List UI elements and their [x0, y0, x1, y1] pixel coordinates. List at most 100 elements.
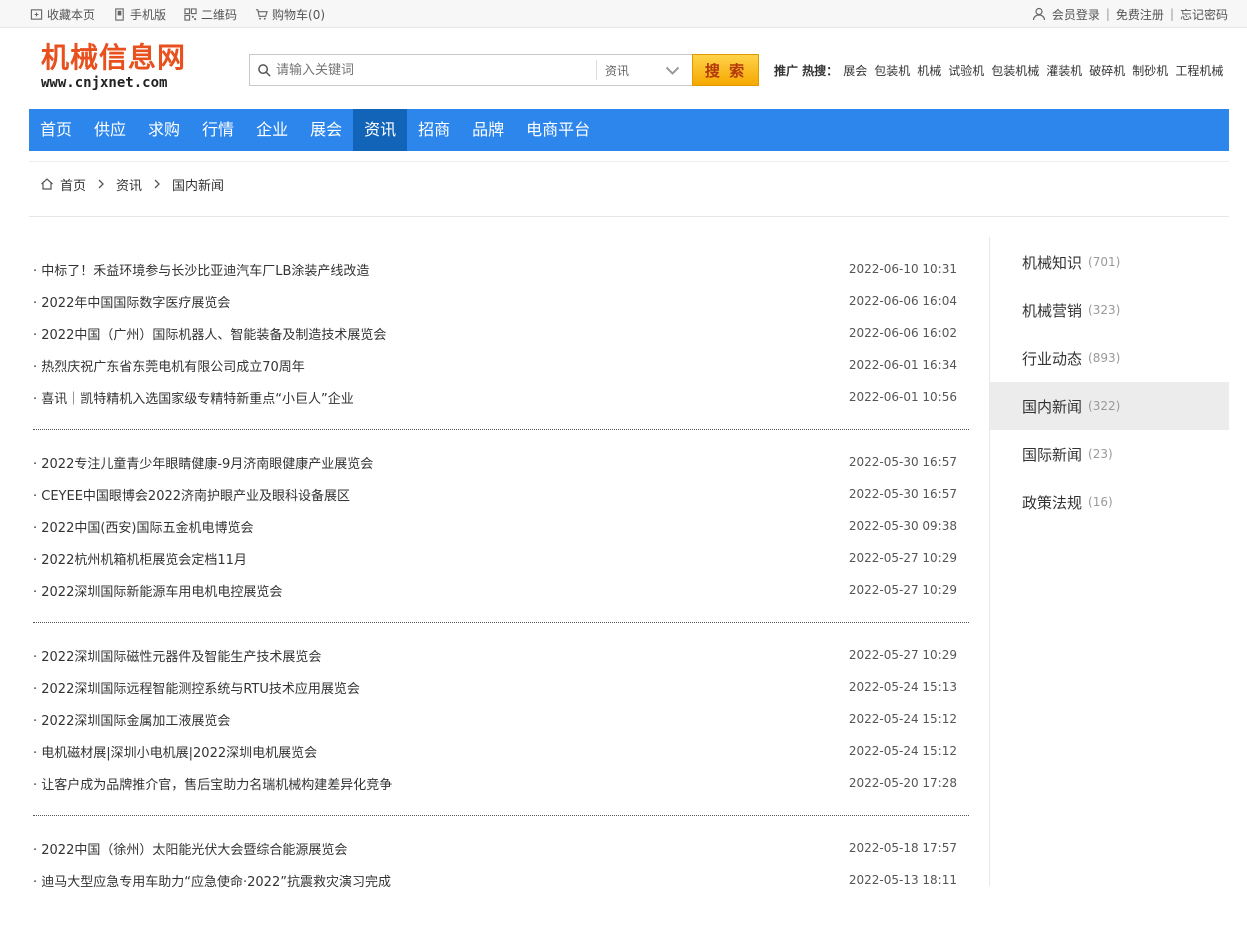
hot-search-link[interactable]: 包装机 — [874, 62, 910, 79]
nav-item-investment[interactable]: 招商 — [407, 109, 461, 151]
nav-item-purchase[interactable]: 求购 — [137, 109, 191, 151]
news-title[interactable]: · 迪马大型应急专用车助力“应急使命·2022”抗震救灾演习完成 — [33, 871, 391, 890]
search-button[interactable]: 搜 索 — [692, 54, 759, 86]
hot-search-link[interactable]: 破碎机 — [1089, 62, 1125, 79]
news-date: 2022-05-18 17:57 — [848, 841, 957, 855]
cart-link[interactable]: 购物车(0) — [255, 6, 325, 23]
news-title[interactable]: · 让客户成为品牌推介官，售后宝助力名瑞机械构建差异化竞争 — [33, 774, 392, 793]
sidebar-item-count: (893) — [1088, 351, 1121, 365]
news-title[interactable]: · 2022深圳国际远程智能测控系统与RTU技术应用展览会 — [33, 678, 360, 697]
news-date: 2022-06-01 10:56 — [848, 390, 957, 404]
site-logo[interactable]: 机械信息网 www.cnjxnet.com — [41, 42, 186, 92]
breadcrumb-current: 国内新闻 — [172, 178, 225, 194]
news-title[interactable]: · 2022中国(西安)国际五金机电博览会 — [33, 517, 254, 536]
news-row: · 喜讯｜凯特精机入选国家级专精特新重点“小巨人”企业 2022-06-01 10… — [33, 381, 969, 413]
bookmark-icon — [30, 8, 43, 20]
hot-search-link[interactable]: 机械 — [917, 62, 941, 79]
forgot-password-link[interactable]: 忘记密码 — [1180, 6, 1228, 23]
news-title[interactable]: · 2022年中国国际数字医疗展览会 — [33, 292, 230, 311]
news-date: 2022-05-27 10:29 — [848, 551, 957, 565]
hot-search-link[interactable]: 工程机械 — [1175, 62, 1223, 79]
sidebar-item-label: 行业动态 — [1022, 349, 1083, 368]
news-title[interactable]: · 中标了！禾益环境参与长沙比亚迪汽车厂LB涂装产线改造 — [33, 260, 369, 279]
news-title[interactable]: · 热烈庆祝广东省东莞电机有限公司成立70周年 — [33, 356, 305, 375]
news-date: 2022-06-06 16:02 — [848, 326, 957, 340]
news-title[interactable]: · 2022深圳国际新能源车用电机电控展览会 — [33, 581, 282, 600]
news-group: · 2022专注儿童青少年眼睛健康-9月济南眼健康产业展览会 2022-05-30… — [33, 446, 969, 623]
sidebar-item-industry[interactable]: 行业动态 (893) — [990, 334, 1229, 382]
search-category-select[interactable]: 资讯 — [596, 60, 692, 80]
bookmark-label: 收藏本页 — [47, 7, 96, 22]
separator: | — [1169, 7, 1174, 21]
sidebar-item-international[interactable]: 国际新闻 (23) — [990, 430, 1229, 478]
nav-item-company[interactable]: 企业 — [245, 109, 299, 151]
divider — [29, 216, 1229, 217]
news-row: · 2022中国（徐州）太阳能光伏大会暨综合能源展览会 2022-05-18 17… — [33, 832, 969, 864]
hot-search: 推广 热搜： 展会 包装机 机械 试验机 包装机械 灌装机 破碎机 制砂机 工程… — [774, 54, 1230, 86]
news-row: · 2022深圳国际金属加工液展览会 2022-05-24 15:12 — [33, 703, 969, 735]
news-list: · 中标了！禾益环境参与长沙比亚迪汽车厂LB涂装产线改造 2022-06-10 1… — [33, 253, 969, 928]
user-icon — [1032, 7, 1045, 21]
breadcrumb-home[interactable]: 首页 — [60, 175, 86, 194]
news-title[interactable]: · 2022中国（徐州）太阳能光伏大会暨综合能源展览会 — [33, 839, 347, 858]
hot-search-link[interactable]: 制砂机 — [1132, 62, 1168, 79]
hot-search-link[interactable]: 试验机 — [948, 62, 984, 79]
news-title[interactable]: · 喜讯｜凯特精机入选国家级专精特新重点“小巨人”企业 — [33, 388, 354, 407]
news-row: · 热烈庆祝广东省东莞电机有限公司成立70周年 2022-06-01 16:34 — [33, 349, 969, 381]
news-date: 2022-05-13 18:11 — [848, 873, 957, 887]
separator: | — [1105, 7, 1110, 21]
register-link[interactable]: 免费注册 — [1116, 6, 1164, 23]
nav-item-market[interactable]: 行情 — [191, 109, 245, 151]
sidebar-item-count: (322) — [1088, 399, 1121, 413]
news-row: · 2022年中国国际数字医疗展览会 2022-06-06 16:04 — [33, 285, 969, 317]
nav-item-news[interactable]: 资讯 — [353, 109, 408, 151]
sidebar-item-label: 机械知识 — [1022, 253, 1083, 272]
news-date: 2022-05-27 10:29 — [848, 583, 957, 597]
news-title[interactable]: · CEYEE中国眼博会2022济南护眼产业及眼科设备展区 — [33, 485, 350, 504]
sidebar-item-marketing[interactable]: 机械营销 (323) — [990, 286, 1229, 334]
news-title[interactable]: · 电机磁材展|深圳小电机展|2022深圳电机展览会 — [33, 742, 317, 761]
hot-search-link[interactable]: 灌装机 — [1046, 62, 1082, 79]
sidebar-item-count: (323) — [1088, 303, 1121, 317]
nav-item-brand[interactable]: 品牌 — [461, 109, 515, 151]
login-link[interactable]: 会员登录 — [1052, 6, 1100, 23]
nav-item-exhibition[interactable]: 展会 — [299, 109, 353, 151]
qrcode-label: 二维码 — [201, 7, 238, 22]
mobile-link[interactable]: 手机版 — [113, 6, 166, 23]
breadcrumb-news[interactable]: 资讯 — [116, 175, 142, 194]
logo-url: www.cnjxnet.com — [41, 75, 168, 91]
hot-search-link[interactable]: 包装机械 — [991, 62, 1039, 79]
news-row: · 2022中国（广州）国际机器人、智能装备及制造技术展览会 2022-06-06… — [33, 317, 969, 349]
search-input[interactable] — [276, 62, 596, 78]
news-title[interactable]: · 2022中国（广州）国际机器人、智能装备及制造技术展览会 — [33, 324, 386, 343]
news-row: · 让客户成为品牌推介官，售后宝助力名瑞机械构建差异化竞争 2022-05-20 … — [33, 767, 969, 799]
news-title[interactable]: · 2022深圳国际磁性元器件及智能生产技术展览会 — [33, 646, 321, 665]
news-title[interactable]: · 2022杭州机箱机柜展览会定档11月 — [33, 549, 247, 568]
sidebar-item-label: 政策法规 — [1022, 493, 1083, 512]
mobile-icon — [115, 7, 124, 21]
cart-icon — [255, 8, 268, 20]
chevron-right-icon — [154, 179, 160, 189]
chevron-right-icon — [98, 179, 104, 189]
news-row: · 2022深圳国际新能源车用电机电控展览会 2022-05-27 10:29 — [33, 574, 969, 606]
sidebar-item-domestic[interactable]: 国内新闻 (322) — [990, 382, 1229, 430]
news-title[interactable]: · 2022深圳国际金属加工液展览会 — [33, 710, 230, 729]
news-title[interactable]: · 2022专注儿童青少年眼睛健康-9月济南眼健康产业展览会 — [33, 453, 373, 472]
news-row: · 2022中国(西安)国际五金机电博览会 2022-05-30 09:38 — [33, 510, 969, 542]
sidebar-item-count: (701) — [1088, 255, 1121, 269]
category-sidebar: 机械知识 (701) 机械营销 (323) 行业动态 (893) 国内新闻 (322) … — [989, 237, 1229, 886]
sidebar-item-policy[interactable]: 政策法规 (16) — [990, 478, 1229, 526]
hot-search-link[interactable]: 展会 — [843, 62, 867, 79]
news-date: 2022-05-24 15:12 — [848, 744, 957, 758]
nav-item-home[interactable]: 首页 — [29, 109, 83, 151]
qrcode-link[interactable]: 二维码 — [184, 6, 237, 23]
sidebar-item-knowledge[interactable]: 机械知识 (701) — [990, 238, 1229, 286]
bookmark-link[interactable]: 收藏本页 — [30, 6, 95, 23]
news-group: · 2022深圳国际磁性元器件及智能生产技术展览会 2022-05-27 10:2… — [33, 639, 969, 816]
nav-item-ecommerce[interactable]: 电商平台 — [515, 109, 601, 151]
search-box: 资讯 — [249, 54, 692, 86]
news-row: · 2022专注儿童青少年眼睛健康-9月济南眼健康产业展览会 2022-05-30… — [33, 446, 969, 478]
news-row: · 迪马大型应急专用车助力“应急使命·2022”抗震救灾演习完成 2022-05-… — [33, 864, 969, 896]
nav-item-supply[interactable]: 供应 — [83, 109, 137, 151]
news-date: 2022-05-30 16:57 — [848, 487, 957, 501]
